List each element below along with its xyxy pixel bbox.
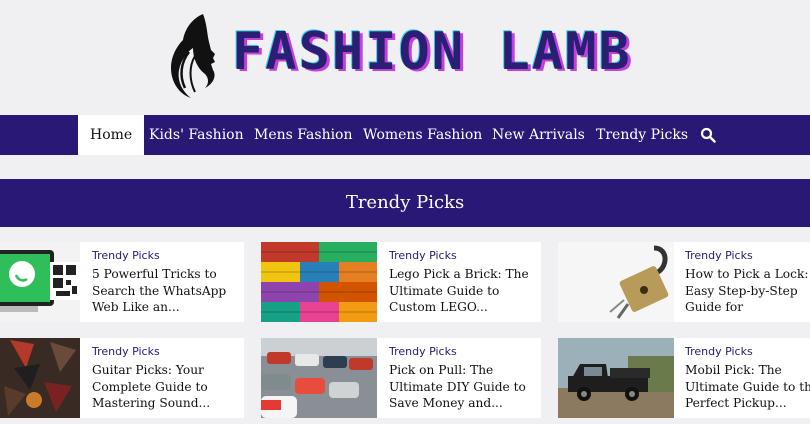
post-card[interactable]: Trendy Picks How to Pick a Lock: Easy St… xyxy=(558,242,810,322)
post-title-link[interactable]: How to Pick a Lock: Easy Step-by-Step Gu… xyxy=(685,266,810,316)
post-title-link[interactable]: Lego Pick a Brick: The Ultimate Guide to… xyxy=(389,266,541,316)
post-category-link[interactable]: Trendy Picks xyxy=(685,249,753,262)
post-title-link[interactable]: Pick on Pull: The Ultimate DIY Guide to … xyxy=(389,362,541,412)
nav-item-mens-fashion[interactable]: Mens Fashion xyxy=(254,115,353,155)
post-category-link[interactable]: Trendy Picks xyxy=(92,249,160,262)
post-card[interactable]: Trendy Picks Pick on Pull: The Ultimate … xyxy=(261,338,541,418)
site-header: FASHION LAMB xyxy=(0,0,810,115)
post-card[interactable]: Trendy Picks Guitar Picks: Your Complete… xyxy=(0,338,244,418)
post-card[interactable]: Trendy Picks 5 Powerful Tricks to Search… xyxy=(0,242,244,322)
post-thumbnail-image[interactable] xyxy=(558,338,674,418)
post-category-link[interactable]: Trendy Picks xyxy=(685,345,753,358)
post-thumbnail-image[interactable] xyxy=(0,338,80,418)
nav-item-kids-fashion[interactable]: Kids' Fashion xyxy=(149,115,244,155)
woman-silhouette-logo-icon[interactable] xyxy=(163,12,225,100)
post-title-link[interactable]: Mobil Pick: The Ultimate Guide to the Pe… xyxy=(685,362,810,412)
nav-item-womens-fashion[interactable]: Womens Fashion xyxy=(363,115,482,155)
post-card[interactable]: Trendy Picks Lego Pick a Brick: The Ulti… xyxy=(261,242,541,322)
section-title-banner: Trendy Picks xyxy=(0,179,810,227)
post-thumbnail-image[interactable] xyxy=(0,242,80,322)
post-thumbnail-image[interactable] xyxy=(261,338,377,418)
site-logo-text[interactable]: FASHION LAMB xyxy=(232,22,632,82)
post-category-link[interactable]: Trendy Picks xyxy=(389,249,457,262)
nav-item-new-arrivals[interactable]: New Arrivals xyxy=(492,115,585,155)
post-category-link[interactable]: Trendy Picks xyxy=(389,345,457,358)
post-title-link[interactable]: 5 Powerful Tricks to Search the WhatsApp… xyxy=(92,266,244,316)
post-thumbnail-image[interactable] xyxy=(558,242,674,322)
nav-item-trendy-picks[interactable]: Trendy Picks xyxy=(596,115,688,155)
post-thumbnail-image[interactable] xyxy=(261,242,377,322)
post-title-link[interactable]: Guitar Picks: Your Complete Guide to Mas… xyxy=(92,362,244,412)
post-card[interactable]: Trendy Picks Mobil Pick: The Ultimate Gu… xyxy=(558,338,810,418)
search-icon[interactable] xyxy=(700,127,716,143)
main-nav: Home Kids' Fashion Mens Fashion Womens F… xyxy=(0,115,810,155)
nav-item-home[interactable]: Home xyxy=(78,115,145,155)
post-category-link[interactable]: Trendy Picks xyxy=(92,345,160,358)
